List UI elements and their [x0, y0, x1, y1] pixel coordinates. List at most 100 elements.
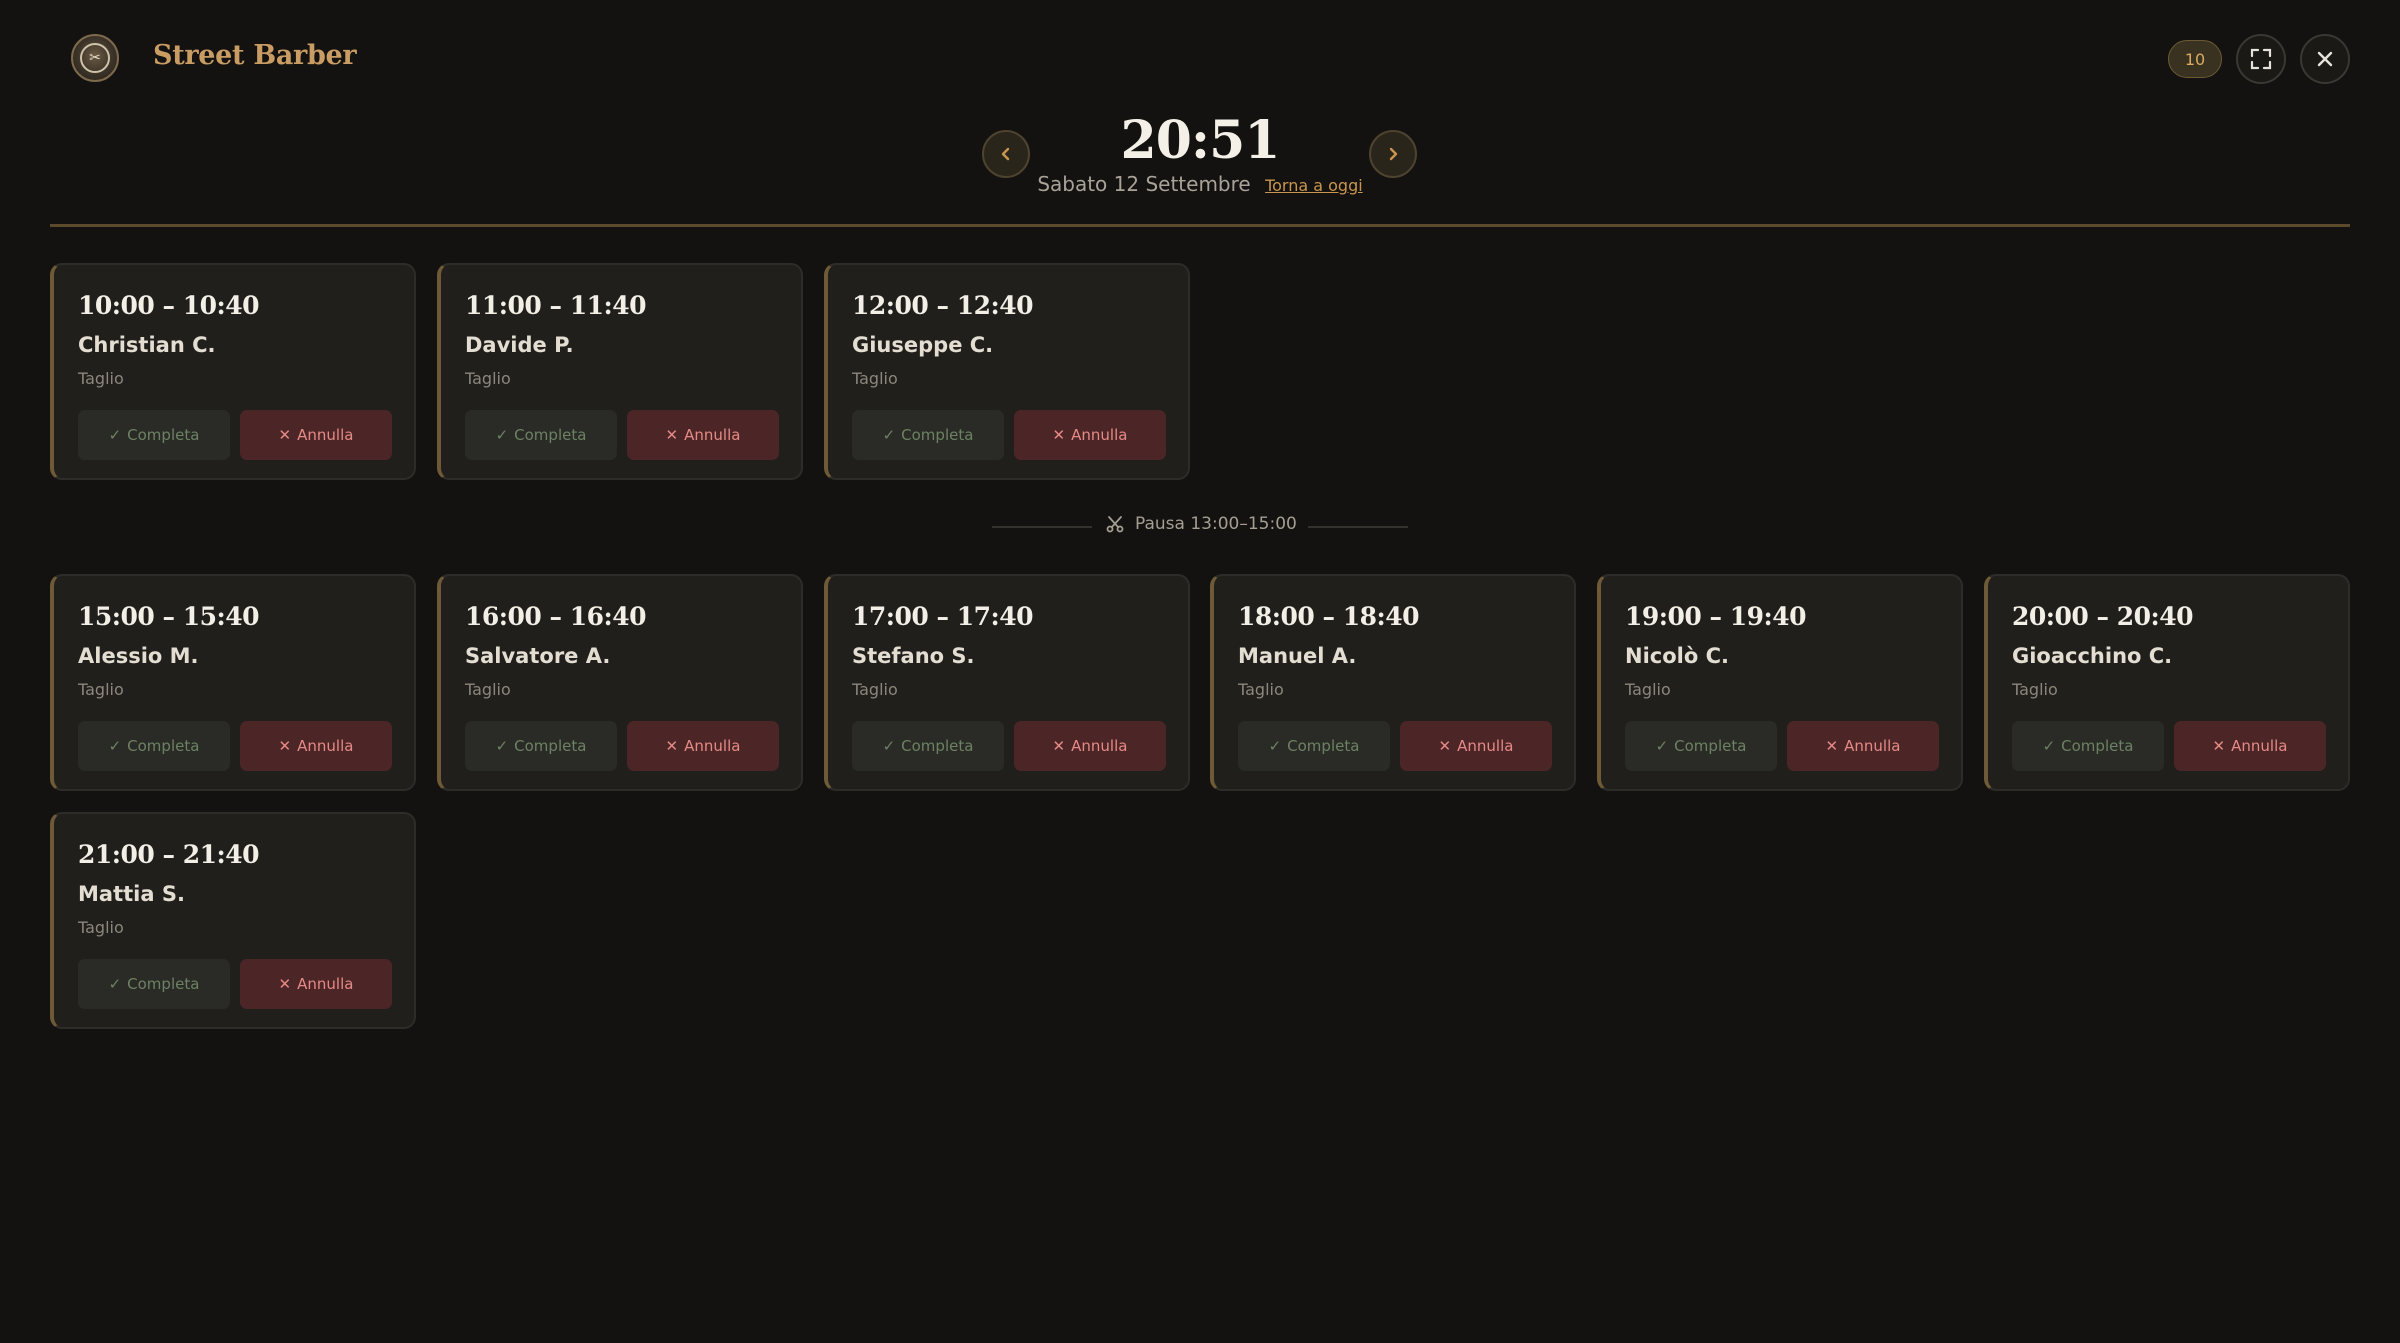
date-navigation: 20:51 Sabato 12 Settembre Torna a oggi	[0, 110, 2400, 210]
appointment-time: 19:00 – 19:40	[1625, 602, 1807, 631]
check-icon: ✓	[108, 426, 122, 444]
close-icon: ✕	[665, 426, 679, 444]
close-icon: ✕	[2212, 737, 2226, 755]
appointment-card: 10:00 – 10:40 Christian C. Taglio ✓ Compl…	[50, 263, 416, 480]
appointment-card: 17:00 – 17:40 Stefano S. Taglio ✓ Complet…	[824, 574, 1190, 791]
service-name: Taglio	[78, 369, 124, 388]
next-day-button[interactable]	[1369, 130, 1417, 178]
service-name: Taglio	[1238, 680, 1284, 699]
service-name: Taglio	[2012, 680, 2058, 699]
cancel-button[interactable]: ✕ Annulla	[2174, 721, 2326, 771]
check-icon: ✓	[2042, 737, 2056, 755]
appointment-card: 19:00 – 19:40 Nicolò C. Taglio ✓ Completa…	[1597, 574, 1963, 791]
check-icon: ✓	[108, 737, 122, 755]
complete-button[interactable]: ✓ Completa	[852, 721, 1004, 771]
client-name: Alessio M.	[78, 644, 199, 668]
complete-button[interactable]: ✓ Completa	[78, 410, 230, 460]
close-icon: ✕	[1052, 426, 1066, 444]
close-icon: ✕	[1825, 737, 1839, 755]
appointment-card: 20:00 – 20:40 Gioacchino C. Taglio ✓ Comp…	[1984, 574, 2350, 791]
cancel-button[interactable]: ✕ Annulla	[240, 721, 392, 771]
cancel-button[interactable]: ✕ Annulla	[1400, 721, 1552, 771]
pause-label: Pausa 13:00–15:00	[1105, 514, 1297, 534]
barber-logo-icon: ✂	[71, 34, 119, 82]
pause-line-left	[992, 526, 1092, 528]
complete-button[interactable]: ✓ Completa	[78, 721, 230, 771]
client-name: Giuseppe C.	[852, 333, 994, 357]
cancel-button[interactable]: ✕ Annulla	[1014, 721, 1166, 771]
check-icon: ✓	[1655, 737, 1669, 755]
client-name: Nicolò C.	[1625, 644, 1729, 668]
complete-button[interactable]: ✓ Completa	[465, 721, 617, 771]
cancel-button[interactable]: ✕ Annulla	[1014, 410, 1166, 460]
close-icon: ✕	[278, 737, 292, 755]
close-icon: ✕	[278, 975, 292, 993]
close-icon: ✕	[1438, 737, 1452, 755]
cancel-button[interactable]: ✕ Annulla	[627, 721, 779, 771]
app-header: ✂ Street Barber 10	[0, 0, 2400, 120]
check-icon: ✓	[1268, 737, 1282, 755]
service-name: Taglio	[78, 680, 124, 699]
check-icon: ✓	[108, 975, 122, 993]
check-icon: ✓	[882, 737, 896, 755]
chevron-right-icon	[1389, 147, 1398, 161]
service-name: Taglio	[852, 680, 898, 699]
date-line: Sabato 12 Settembre Torna a oggi	[0, 172, 2400, 196]
back-to-today-link[interactable]: Torna a oggi	[1265, 176, 1363, 195]
current-date: Sabato 12 Settembre	[1037, 172, 1251, 196]
appointment-time: 21:00 – 21:40	[78, 840, 260, 869]
header-actions: 10	[2168, 34, 2350, 84]
service-name: Taglio	[852, 369, 898, 388]
appointment-time: 10:00 – 10:40	[78, 291, 260, 320]
service-name: Taglio	[1625, 680, 1671, 699]
client-name: Manuel A.	[1238, 644, 1357, 668]
close-button[interactable]	[2300, 34, 2350, 84]
pause-line-right	[1308, 526, 1408, 528]
cancel-button[interactable]: ✕ Annulla	[240, 410, 392, 460]
complete-button[interactable]: ✓ Completa	[1625, 721, 1777, 771]
appointment-card: 16:00 – 16:40 Salvatore A. Taglio ✓ Compl…	[437, 574, 803, 791]
close-icon	[2317, 51, 2333, 67]
fullscreen-icon	[2250, 48, 2272, 70]
appointment-time: 15:00 – 15:40	[78, 602, 260, 631]
cancel-button[interactable]: ✕ Annulla	[1787, 721, 1939, 771]
appointment-card: 15:00 – 15:40 Alessio M. Taglio ✓ Complet…	[50, 574, 416, 791]
header-divider	[50, 224, 2350, 227]
cancel-button[interactable]: ✕ Annulla	[627, 410, 779, 460]
appointment-time: 17:00 – 17:40	[852, 602, 1034, 631]
scissors-icon	[1106, 516, 1124, 533]
client-name: Stefano S.	[852, 644, 975, 668]
client-name: Davide P.	[465, 333, 574, 357]
check-icon: ✓	[882, 426, 896, 444]
complete-button[interactable]: ✓ Completa	[465, 410, 617, 460]
appointment-time: 11:00 – 11:40	[465, 291, 647, 320]
complete-button[interactable]: ✓ Completa	[852, 410, 1004, 460]
check-icon: ✓	[495, 737, 509, 755]
client-name: Salvatore A.	[465, 644, 611, 668]
fullscreen-button[interactable]	[2236, 34, 2286, 84]
service-name: Taglio	[465, 369, 511, 388]
service-name: Taglio	[78, 918, 124, 937]
check-icon: ✓	[495, 426, 509, 444]
client-name: Mattia S.	[78, 882, 185, 906]
close-icon: ✕	[1052, 737, 1066, 755]
close-icon: ✕	[665, 737, 679, 755]
appointment-card: 18:00 – 18:40 Manuel A. Taglio ✓ Completa…	[1210, 574, 1576, 791]
appointment-time: 18:00 – 18:40	[1238, 602, 1420, 631]
complete-button[interactable]: ✓ Completa	[1238, 721, 1390, 771]
cancel-button[interactable]: ✕ Annulla	[240, 959, 392, 1009]
service-name: Taglio	[465, 680, 511, 699]
appointment-time: 12:00 – 12:40	[852, 291, 1034, 320]
brand-title: Street Barber	[153, 40, 357, 71]
appointment-time: 16:00 – 16:40	[465, 602, 647, 631]
complete-button[interactable]: ✓ Completa	[2012, 721, 2164, 771]
appointment-card: 11:00 – 11:40 Davide P. Taglio ✓ Completa…	[437, 263, 803, 480]
appointment-card: 21:00 – 21:40 Mattia S. Taglio ✓ Completa…	[50, 812, 416, 1029]
appointment-time: 20:00 – 20:40	[2012, 602, 2194, 631]
current-time: 20:51	[1120, 110, 1281, 171]
pause-separator: Pausa 13:00–15:00	[0, 512, 2400, 542]
client-name: Gioacchino C.	[2012, 644, 2173, 668]
client-name: Christian C.	[78, 333, 216, 357]
appointment-card: 12:00 – 12:40 Giuseppe C. Taglio ✓ Comple…	[824, 263, 1190, 480]
complete-button[interactable]: ✓ Completa	[78, 959, 230, 1009]
